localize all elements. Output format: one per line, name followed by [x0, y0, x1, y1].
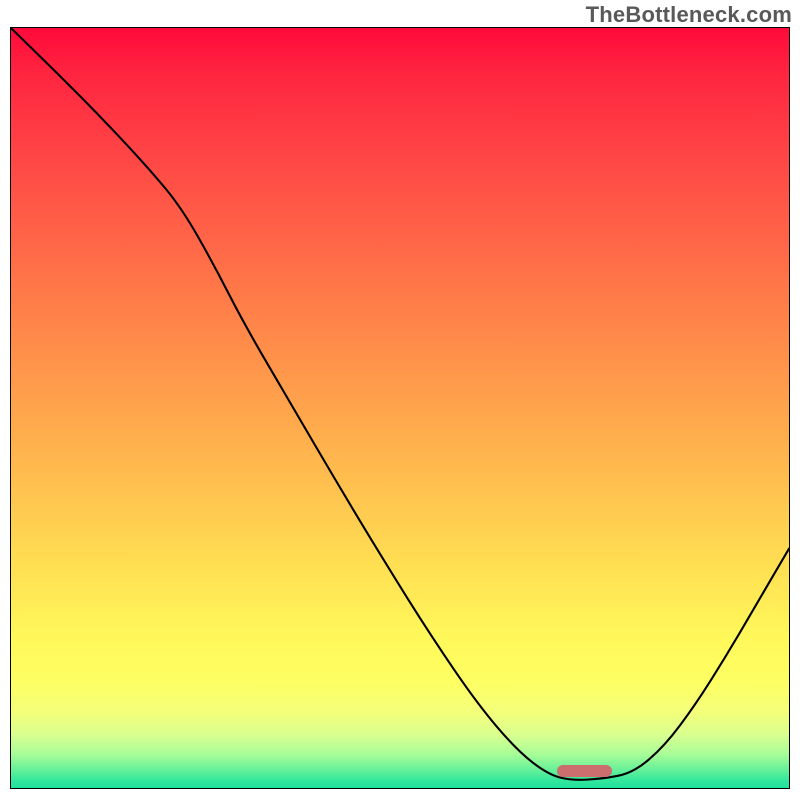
chart-container: TheBottleneck.com: [0, 0, 800, 800]
curve-layer: [11, 28, 789, 788]
optimum-marker: [557, 765, 612, 777]
watermark-text: TheBottleneck.com: [586, 2, 792, 28]
bottleneck-curve: [11, 28, 789, 780]
plot-frame: [10, 27, 790, 789]
